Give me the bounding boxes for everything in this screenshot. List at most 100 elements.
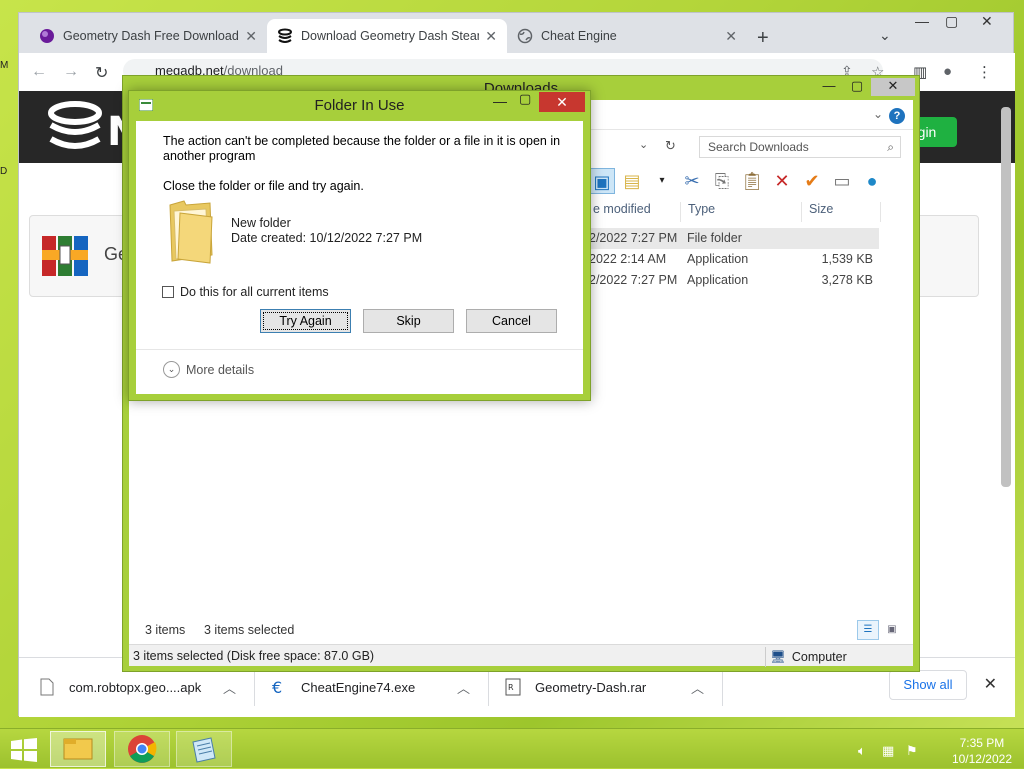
checkmark-icon[interactable]: ✔ bbox=[799, 168, 825, 194]
more-details-label: More details bbox=[186, 362, 255, 377]
dialog-minimize-button[interactable]: — bbox=[493, 93, 507, 109]
windows-start-icon[interactable] bbox=[10, 738, 38, 762]
explorer-close-button[interactable]: ✕ bbox=[871, 78, 915, 96]
dialog-divider bbox=[136, 349, 583, 350]
download-filename: com.robtopx.geo....apk bbox=[69, 679, 202, 695]
delete-icon[interactable]: ✕ bbox=[769, 168, 795, 194]
geometry-dash-favicon bbox=[40, 29, 54, 43]
copy-icon[interactable]: ⎘ bbox=[709, 168, 735, 194]
tab-cheat-engine[interactable]: Cheat Engine ✕ bbox=[507, 19, 747, 53]
apply-all-checkbox-row[interactable]: Do this for all current items bbox=[162, 285, 329, 299]
folder-in-use-dialog: Folder In Use — ▢ ✕ The action can't be … bbox=[128, 90, 591, 401]
globe-icon bbox=[517, 28, 533, 44]
forward-arrow-icon[interactable]: → bbox=[63, 63, 79, 81]
back-arrow-icon[interactable]: ← bbox=[31, 63, 47, 81]
column-type[interactable]: Type bbox=[682, 202, 802, 222]
rar-archive-icon: R bbox=[505, 678, 521, 696]
speaker-muted-icon[interactable]: 🔈︎ bbox=[858, 743, 866, 759]
clock[interactable]: 7:35 PM 10/12/2022 bbox=[952, 735, 1012, 767]
download-item-rar[interactable]: R Geometry-Dash.rar ︿ bbox=[505, 668, 723, 706]
dropdown-arrow-icon[interactable]: ▾ bbox=[649, 168, 675, 194]
help-icon[interactable]: ? bbox=[889, 108, 905, 124]
dialog-message: The action can't be completed because th… bbox=[163, 134, 561, 163]
try-again-button[interactable]: Try Again bbox=[260, 309, 351, 333]
minimize-button[interactable]: — bbox=[915, 13, 929, 29]
tab-search-button[interactable]: ⌄ bbox=[879, 27, 891, 44]
taskbar-chrome[interactable] bbox=[114, 731, 170, 767]
new-tab-button[interactable]: + bbox=[757, 27, 769, 50]
ribbon-expand-icon[interactable]: ⌄ bbox=[873, 107, 883, 121]
dialog-body: The action can't be completed because th… bbox=[136, 121, 583, 394]
globe-icon[interactable]: ● bbox=[859, 168, 885, 194]
properties-icon[interactable]: ▤ bbox=[619, 168, 645, 194]
action-center-flag-icon[interactable]: ⚑ bbox=[906, 743, 918, 759]
row-size: 1,539 KB bbox=[821, 252, 873, 266]
explorer-minimize-button[interactable]: — bbox=[815, 78, 843, 96]
taskbar: 🔈︎ ▦ ⚑ 7:35 PM 10/12/2022 bbox=[0, 728, 1024, 768]
address-dropdown-icon[interactable]: ⌄ bbox=[639, 138, 648, 151]
cancel-button[interactable]: Cancel bbox=[466, 309, 557, 333]
refresh-icon[interactable]: ↻ bbox=[665, 138, 676, 154]
explorer-maximize-button[interactable]: ▢ bbox=[843, 78, 871, 96]
details-view-icon[interactable]: ☰ bbox=[857, 620, 879, 640]
more-details-toggle[interactable]: ⌄ More details bbox=[163, 361, 254, 378]
taskbar-notepad[interactable] bbox=[176, 731, 232, 767]
desktop-icon-fragment[interactable]: M bbox=[0, 60, 8, 71]
dialog-close-button[interactable]: ✕ bbox=[539, 92, 585, 112]
tab-geometry-dash-free[interactable]: Geometry Dash Free Download [ ✕ bbox=[29, 19, 267, 53]
file-icon bbox=[40, 678, 54, 696]
profile-avatar-icon[interactable]: ● bbox=[943, 63, 952, 80]
row-size: 3,278 KB bbox=[821, 273, 873, 287]
cut-icon[interactable]: ✂ bbox=[679, 168, 705, 194]
row-type: File folder bbox=[687, 231, 742, 245]
file-row[interactable]: 2/2022 7:27 PM Application 3,278 KB bbox=[589, 270, 879, 291]
apply-all-checkbox[interactable] bbox=[162, 286, 174, 298]
row-type: Application bbox=[687, 252, 749, 266]
download-item-cheatengine[interactable]: € CheatEngine74.exe ︿ bbox=[271, 668, 489, 706]
reload-icon[interactable]: ↻ bbox=[95, 63, 108, 83]
desktop-icon-fragment[interactable]: D bbox=[0, 166, 7, 177]
download-item-apk[interactable]: com.robtopx.geo....apk ︿ bbox=[39, 668, 255, 706]
tab-close-icon[interactable]: ✕ bbox=[725, 28, 737, 45]
paste-icon[interactable]: 📋︎ bbox=[739, 168, 765, 194]
close-downloads-bar-icon[interactable]: ✕ bbox=[984, 674, 997, 694]
tab-close-icon[interactable]: ✕ bbox=[245, 28, 257, 45]
explorer-search-input[interactable]: Search Downloads ⌕ bbox=[699, 136, 901, 158]
tab-title: Cheat Engine bbox=[541, 29, 617, 43]
dialog-maximize-button[interactable]: ▢ bbox=[519, 91, 531, 107]
rename-icon[interactable]: ▭ bbox=[829, 168, 855, 194]
large-icons-view-icon[interactable]: ▣ bbox=[881, 620, 903, 640]
row-type: Application bbox=[687, 273, 749, 287]
cheat-engine-icon: € bbox=[272, 678, 282, 696]
page-scrollbar[interactable] bbox=[1001, 107, 1011, 647]
search-placeholder: Search Downloads bbox=[708, 140, 809, 154]
column-size[interactable]: Size bbox=[803, 202, 881, 222]
computer-icon: 🖥︎ bbox=[770, 649, 786, 664]
notepad-icon bbox=[192, 737, 216, 763]
chevron-up-icon[interactable]: ︿ bbox=[223, 678, 236, 697]
menu-kebab-icon[interactable]: ⋮ bbox=[977, 63, 992, 81]
preview-pane-icon[interactable]: ▣ bbox=[589, 168, 615, 194]
chevron-up-icon[interactable]: ︿ bbox=[691, 678, 704, 697]
close-window-button[interactable]: ✕ bbox=[981, 13, 993, 30]
taskbar-file-explorer[interactable] bbox=[50, 731, 106, 767]
file-row[interactable]: 2022 2:14 AM Application 1,539 KB bbox=[589, 249, 879, 270]
folder-icon bbox=[169, 200, 213, 264]
skip-button[interactable]: Skip bbox=[363, 309, 454, 333]
network-icon[interactable]: ▦ bbox=[882, 743, 894, 759]
scrollbar-thumb[interactable] bbox=[1001, 107, 1011, 487]
status-location-label: Computer bbox=[791, 650, 847, 664]
row-modified: 2/2022 7:27 PM bbox=[589, 273, 678, 287]
file-row[interactable]: 2/2022 7:27 PM File folder bbox=[589, 228, 879, 249]
chevron-down-icon: ⌄ bbox=[163, 361, 180, 378]
show-all-downloads-button[interactable]: Show all bbox=[889, 670, 967, 700]
chevron-up-icon[interactable]: ︿ bbox=[457, 678, 470, 697]
maximize-button[interactable]: ▢ bbox=[945, 13, 958, 30]
tab-megadb-download[interactable]: Download Geometry Dash Steam ✕ bbox=[267, 19, 507, 53]
dialog-instruction: Close the folder or file and try again. bbox=[163, 179, 364, 193]
tab-close-icon[interactable]: ✕ bbox=[485, 28, 497, 45]
column-date-modified[interactable]: e modified bbox=[587, 202, 681, 222]
item-count: 3 items bbox=[145, 623, 186, 637]
item-name: New folder bbox=[231, 216, 291, 230]
megadb-favicon bbox=[278, 28, 292, 43]
